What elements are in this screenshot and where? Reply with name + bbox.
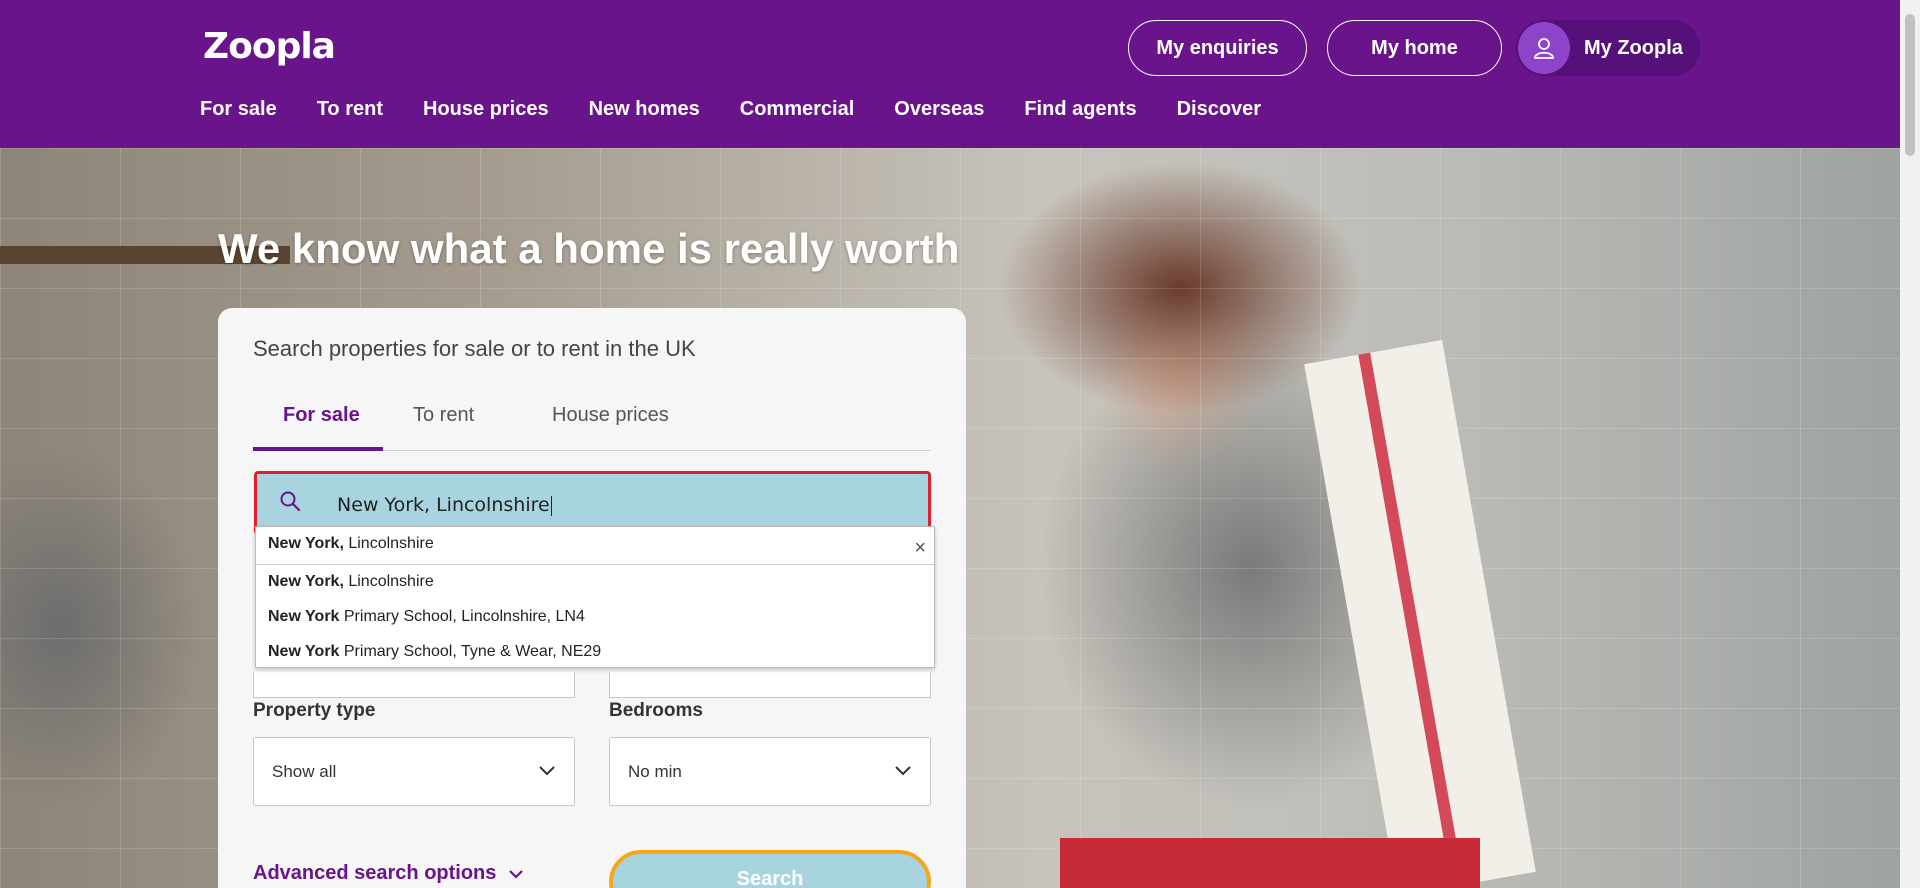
hidden-field-left	[253, 672, 575, 698]
search-tabs: For sale To rent House prices	[253, 392, 931, 451]
bedrooms-label: Bedrooms	[609, 700, 703, 721]
autocomplete-dropdown: New York, Lincolnshire × New York, Linco…	[255, 526, 935, 668]
autocomplete-divider	[256, 564, 934, 565]
advanced-search-toggle[interactable]: Advanced search options	[253, 862, 524, 885]
autocomplete-current[interactable]: New York, Lincolnshire	[268, 535, 434, 553]
chevron-down-icon	[538, 764, 556, 782]
property-type-label: Property type	[253, 700, 376, 721]
active-tab-indicator	[253, 447, 383, 451]
tab-house-prices[interactable]: House prices	[552, 404, 669, 427]
my-enquiries-button[interactable]: My enquiries	[1128, 20, 1307, 76]
input-divider	[319, 482, 320, 522]
site-header: Zoopla My enquiries My home My Zoopla Fo…	[0, 0, 1900, 148]
search-input-value: New York, Lincolnshire	[337, 494, 552, 516]
autocomplete-option[interactable]: New York, Lincolnshire	[268, 573, 434, 591]
advanced-search-label: Advanced search options	[253, 862, 497, 884]
nav-new-homes[interactable]: New homes	[589, 98, 700, 121]
zoopla-logo[interactable]: Zoopla	[203, 26, 336, 67]
scrollbar-thumb[interactable]	[1905, 14, 1915, 156]
nav-find-agents[interactable]: Find agents	[1024, 98, 1136, 121]
nav-overseas[interactable]: Overseas	[894, 98, 984, 121]
tab-to-rent[interactable]: To rent	[413, 404, 474, 427]
nav-to-rent[interactable]: To rent	[317, 98, 383, 121]
close-icon[interactable]: ×	[914, 537, 926, 560]
tab-for-sale[interactable]: For sale	[283, 404, 360, 427]
autocomplete-option[interactable]: New York Primary School, Lincolnshire, L…	[268, 608, 585, 626]
bedrooms-value: No min	[628, 762, 682, 781]
search-card-title: Search properties for sale or to rent in…	[253, 336, 696, 361]
property-type-value: Show all	[272, 762, 337, 781]
search-button[interactable]: Search	[609, 850, 931, 888]
hero-headline: We know what a home is really worth	[218, 225, 960, 272]
hidden-field-right	[609, 672, 931, 698]
search-icon	[279, 490, 301, 517]
autocomplete-option[interactable]: New York Primary School, Tyne & Wear, NE…	[268, 643, 601, 661]
chevron-down-icon	[894, 764, 912, 782]
page-scrollbar[interactable]	[1900, 0, 1920, 888]
chevron-down-icon	[508, 869, 524, 879]
user-icon	[1518, 22, 1570, 74]
main-nav: For sale To rent House prices New homes …	[200, 98, 1301, 121]
nav-discover[interactable]: Discover	[1177, 98, 1262, 121]
my-home-button[interactable]: My home	[1327, 20, 1502, 76]
bedrooms-select[interactable]: No min	[609, 737, 931, 806]
apron	[1060, 838, 1480, 888]
nav-commercial[interactable]: Commercial	[740, 98, 855, 121]
nav-house-prices[interactable]: House prices	[423, 98, 549, 121]
property-type-select[interactable]: Show all	[253, 737, 575, 806]
my-zoopla-button[interactable]: My Zoopla	[1516, 20, 1700, 76]
nav-for-sale[interactable]: For sale	[200, 98, 277, 121]
my-zoopla-label: My Zoopla	[1584, 36, 1683, 59]
